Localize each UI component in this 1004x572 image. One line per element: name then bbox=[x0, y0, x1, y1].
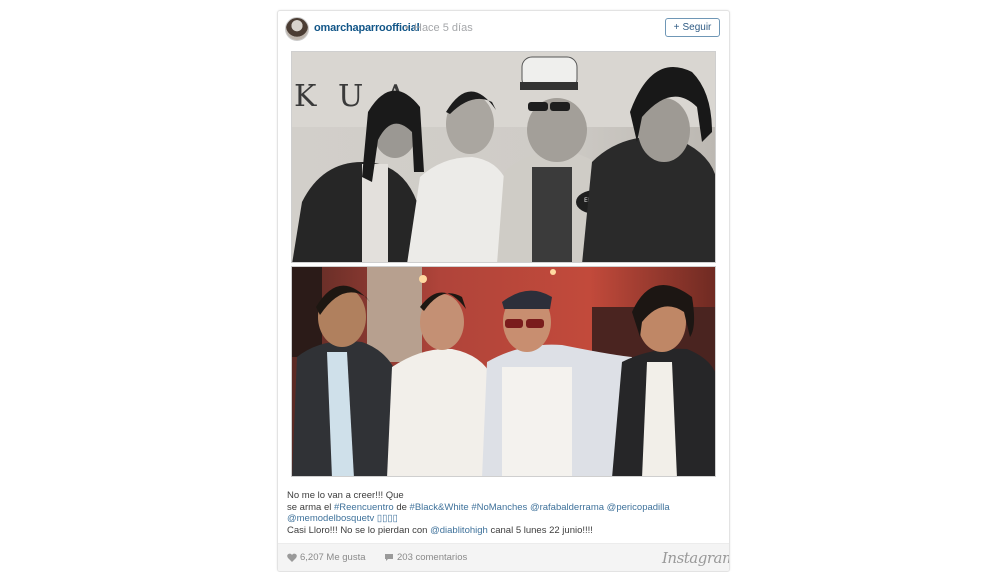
caption-line-3: @memodelbosquetv ▯▯▯▯ bbox=[287, 513, 719, 525]
caption-text: Casi Lloro!!! No se lo pierdan con bbox=[287, 524, 431, 536]
caption-text: se arma el bbox=[287, 501, 334, 513]
mention-link[interactable]: @diablitohigh bbox=[430, 525, 488, 536]
comments-label: 203 comentarios bbox=[397, 552, 468, 563]
color-group-photo bbox=[292, 267, 715, 476]
post-photo-top[interactable]: K U A EFECTO bbox=[291, 51, 716, 263]
likes-label: 6,207 Me gusta bbox=[300, 552, 366, 563]
plus-icon: + bbox=[673, 22, 680, 33]
likes-count[interactable]: 6,207 Me gusta bbox=[287, 552, 366, 563]
post-caption: No me lo van a creer!!! Que se arma el #… bbox=[287, 490, 719, 536]
follow-button[interactable]: + Seguir bbox=[665, 18, 720, 37]
header-separator: • bbox=[405, 22, 409, 34]
comments-count[interactable]: 203 comentarios bbox=[384, 552, 467, 563]
comment-icon bbox=[385, 554, 393, 561]
username-link[interactable]: omarchaparroofficial bbox=[314, 22, 420, 34]
post-footer: 6,207 Me gusta 203 comentarios Instagram bbox=[278, 543, 730, 571]
caption-line-2: se arma el #Reencuentro de #Black&White … bbox=[287, 502, 719, 514]
hashtag-link[interactable]: #Reencuentro bbox=[334, 502, 394, 513]
bw-group-photo: K U A EFECTO bbox=[292, 52, 715, 262]
instagram-wordmark: Instagram bbox=[662, 549, 730, 567]
caption-line-4: Casi Lloro!!! No se lo pierdan con @diab… bbox=[287, 525, 719, 537]
hashtag-link[interactable]: #NoManches bbox=[471, 502, 527, 513]
caption-text: canal 5 lunes 22 junio!!!! bbox=[487, 524, 593, 536]
follow-label: Seguir bbox=[682, 22, 712, 33]
post-header: omarchaparroofficial • Hace 5 días + Seg… bbox=[278, 11, 729, 49]
instagram-post-card: omarchaparroofficial • Hace 5 días + Seg… bbox=[277, 10, 730, 572]
hashtag-link[interactable]: #Black&White bbox=[410, 502, 469, 513]
caption-line-1: No me lo van a creer!!! Que bbox=[287, 490, 404, 501]
post-time[interactable]: Hace 5 días bbox=[414, 22, 473, 34]
emoji-placeholders: ▯▯▯▯ bbox=[376, 513, 398, 524]
mention-link[interactable]: @memodelbosquetv bbox=[287, 513, 374, 524]
mention-link[interactable]: @pericopadilla bbox=[607, 502, 670, 513]
post-photo-bottom[interactable] bbox=[291, 266, 716, 477]
mention-link[interactable]: @rafabalderrama bbox=[530, 502, 604, 513]
user-avatar[interactable] bbox=[285, 17, 309, 41]
caption-text: de bbox=[393, 501, 410, 513]
heart-icon bbox=[287, 553, 297, 562]
